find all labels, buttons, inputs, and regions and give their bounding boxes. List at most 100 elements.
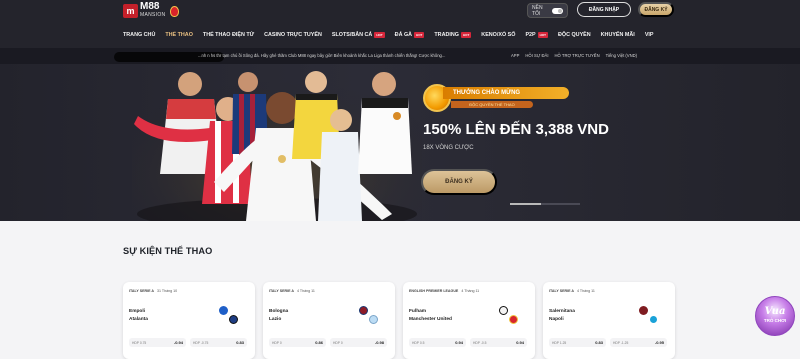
match-card[interactable]: ENGLISH PREMIER LEAGUE 4 Tháng 11 Fulham …: [403, 282, 535, 359]
match-header: ITALY SERIE A4 Tháng 11: [269, 289, 315, 293]
toggle-switch-icon[interactable]: [552, 7, 563, 14]
m88-logo-icon: m: [123, 4, 138, 18]
odds-value: -0.98: [374, 340, 384, 345]
nav-item-promotions[interactable]: KHUYẾN MÃI: [601, 32, 635, 38]
hot-badge: HOT: [537, 32, 548, 38]
nav-item-label: ĐÁ GÀ: [394, 32, 413, 38]
league-name: ITALY SERIE A: [129, 289, 154, 293]
game-badge-subtitle: TRÒ CHƠI: [763, 318, 787, 323]
odds-button[interactable]: HDP -0.75 0.83: [190, 338, 247, 347]
floating-game-badge[interactable]: Vua TRÒ CHƠI: [755, 296, 795, 336]
club-crest-icon: [170, 5, 180, 17]
nav-item-label: THỂ THAO: [165, 32, 193, 38]
nav-item-trading[interactable]: TRADING HOT: [434, 32, 472, 38]
salernitana-crest-icon: [639, 306, 648, 315]
odds-button[interactable]: HDP -1.25 -0.95: [610, 338, 667, 347]
news-ticker: ...nh n hs thr tạm chú ồi Sông đá. Hãy g…: [0, 48, 800, 64]
match-header: ENGLISH PREMIER LEAGUE 4 Tháng 11: [409, 289, 479, 293]
odds-row: HDP 0.5 0.94 HDP -0.5 0.94: [409, 338, 527, 347]
match-date: 31 Tháng 10: [156, 289, 178, 293]
page: m M88 MANSION NỀN TỐI ĐĂNG NHẬP ĐĂNG KÝ …: [0, 0, 800, 359]
nav-item-label: P2P: [525, 32, 536, 38]
hero-subtitle: 18X VÒNG CƯỢC: [423, 145, 474, 151]
odds-label: HDP 0: [272, 340, 282, 345]
odds-value: 0.94: [455, 340, 463, 345]
odds-value: -0.94: [173, 340, 183, 345]
rewards-link[interactable]: HỖI SỰ ĐÃI: [525, 53, 548, 58]
lazio-crest-icon: [369, 315, 378, 324]
match-card[interactable]: ITALY SERIE A4 Tháng 11 Salernitana Napo…: [543, 282, 675, 359]
away-team: Atalanta: [129, 317, 148, 322]
odds-value: 0.94: [516, 340, 524, 345]
language-selector[interactable]: Tiếng Việt (VND): [606, 53, 637, 58]
nav-item-esports[interactable]: THỂ THAO ĐIỆN TỬ: [203, 32, 254, 38]
hero-register-button[interactable]: ĐĂNG KÝ: [421, 169, 497, 195]
hot-badge: HOT: [460, 32, 472, 38]
nav-item-exclusive[interactable]: ĐỘC QUYỀN: [558, 32, 591, 38]
live-support-link[interactable]: HỖ TRỢ TRỰC TUYẾN: [555, 53, 600, 58]
odds-button[interactable]: HDP -0.5 0.94: [470, 338, 527, 347]
nav-item-sports[interactable]: THỂ THAO: [165, 32, 193, 38]
badge-subtitle: ĐỘC QUYỀN THỂ THAO: [451, 101, 533, 108]
odds-label: HDP -0.5: [473, 340, 487, 345]
odds-label: HDP -0.75: [193, 340, 209, 345]
odds-row: HDP 0 0.86 HDP 0 -0.98: [269, 338, 387, 347]
nav-item-label: KHUYẾN MÃI: [600, 32, 635, 38]
odds-button[interactable]: HDP 0.5 0.94: [409, 338, 466, 347]
nav-item-label: CASINO TRỰC TUYẾN: [264, 32, 322, 38]
odds-label: HDP 0.5: [412, 340, 425, 345]
nav-item-slots[interactable]: SLOTS/BẮN CÁ HOT: [332, 32, 385, 38]
odds-button[interactable]: HDP 1.25 0.83: [549, 338, 606, 347]
nav-item-keno[interactable]: KENO/XỔ SỐ: [481, 32, 515, 38]
odds-label: HDP -1.25: [613, 340, 629, 345]
bologna-crest-icon: [359, 306, 368, 315]
register-button[interactable]: ĐĂNG KÝ: [638, 2, 674, 17]
logo-text: M88 MANSION: [140, 2, 166, 19]
match-header: ITALY SERIE A4 Tháng 11: [549, 289, 595, 293]
dark-mode-label: NỀN TỐI: [532, 4, 543, 17]
odds-row: HDP 1.25 0.83 HDP -1.25 -0.95: [549, 338, 667, 347]
players-illustration: [132, 64, 422, 221]
odds-row: HDP 0.75 -0.94 HDP -0.75 0.83: [129, 338, 247, 347]
odds-button[interactable]: HDP 0.75 -0.94: [129, 338, 186, 347]
carousel-progress[interactable]: [510, 203, 580, 205]
nav-item-label: SLOTS/BẮN CÁ: [331, 32, 373, 38]
odds-button[interactable]: HDP 0 0.86: [269, 338, 326, 347]
away-team: Lazio: [269, 317, 282, 322]
odds-value: 0.86: [315, 340, 323, 345]
hero-headline: 150% LÊN ĐẾN 3,388 VND: [423, 121, 609, 138]
nav-item-label: KENO/XỔ SỐ: [481, 32, 516, 38]
hot-badge: HOT: [374, 32, 385, 38]
nav-item-p2p[interactable]: P2P HOT: [525, 32, 548, 38]
ticker-text: ...nh n hs thr tạm chú ồi Sông đá. Hãy g…: [198, 53, 446, 58]
home-team: Bologna: [269, 309, 289, 314]
nav-item-home[interactable]: TRANG CHỦ: [123, 32, 155, 38]
nav-item-label: ĐỘC QUYỀN: [558, 32, 591, 38]
app-link[interactable]: APP: [511, 53, 519, 58]
away-team: Manchester United: [409, 317, 452, 322]
match-header: ITALY SERIE A 31 Tháng 10: [129, 289, 177, 293]
logo[interactable]: m M88 MANSION: [123, 2, 181, 20]
hot-badge: HOT: [414, 32, 425, 38]
napoli-crest-icon: [649, 315, 658, 324]
match-card[interactable]: ITALY SERIE A 31 Tháng 10 Empoli Atalanta…: [123, 282, 255, 359]
odds-label: HDP 1.25: [552, 340, 567, 345]
home-team: Salernitana: [549, 309, 575, 314]
section-title: SỰ KIỆN THỂ THAO: [123, 246, 213, 256]
league-name: ITALY SERIE A: [549, 289, 574, 293]
ticker-links: APP HỖI SỰ ĐÃI HỖ TRỢ TRỰC TUYẾN Tiếng V…: [511, 53, 637, 58]
fulham-crest-icon: [499, 306, 508, 315]
odds-button[interactable]: HDP 0 -0.98: [330, 338, 387, 347]
match-date: 4 Tháng 11: [296, 289, 315, 293]
match-card[interactable]: ITALY SERIE A4 Tháng 11 Bologna Lazio HD…: [263, 282, 395, 359]
nav-item-label: THỂ THAO ĐIỆN TỬ: [202, 32, 255, 38]
dark-mode-toggle[interactable]: NỀN TỐI: [527, 3, 568, 18]
league-name: ITALY SERIE A: [269, 289, 294, 293]
login-button[interactable]: ĐĂNG NHẬP: [577, 2, 631, 17]
nav-item-vip[interactable]: VIP: [645, 32, 654, 38]
game-badge-title: Vua: [764, 306, 786, 317]
nav-item-casino[interactable]: CASINO TRỰC TUYẾN: [264, 32, 322, 38]
nav-item-cockfight[interactable]: ĐÁ GÀ HOT: [395, 32, 425, 38]
logo-subtitle: MANSION: [140, 12, 166, 18]
odds-value: -0.95: [654, 340, 664, 345]
